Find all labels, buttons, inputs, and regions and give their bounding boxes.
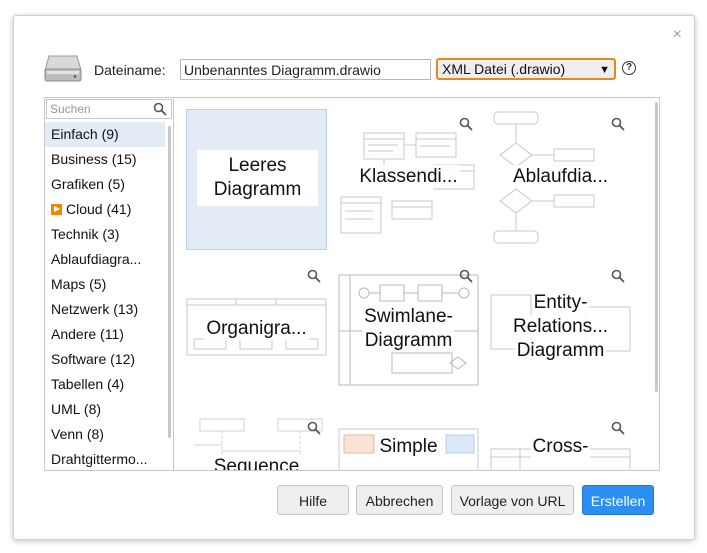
template-class-diagram[interactable]: Klassendi... [338,109,479,250]
template-er-line3: Diagramm [514,339,607,362]
template-class-diagram-text: Klassendi... [357,165,460,188]
drive-icon [44,55,82,82]
template-sequence-text: Sequence [211,455,302,470]
template-orgchart-label: Organigra... [186,317,327,341]
category-business[interactable]: Business (15) [45,147,165,172]
category-technik[interactable]: Technik (3) [45,222,165,247]
zoom-icon[interactable] [459,117,473,131]
zoom-icon[interactable] [611,421,625,435]
template-blank[interactable]: Leeres Diagramm [186,109,327,250]
category-netzwerk[interactable]: Netzwerk (13) [45,297,165,322]
template-grid: Leeres Diagramm Klassendi... Ablaufdia..… [175,98,659,470]
template-url-button[interactable]: Vorlage von URL [451,485,574,515]
template-blank-line1: Leeres [228,155,287,176]
template-browser: Einfach (9) Business (15) Grafiken (5) C… [44,97,660,471]
create-button[interactable]: Erstellen [582,485,654,515]
category-maps[interactable]: Maps (5) [45,272,165,297]
template-cross-functional-text: Cross- [530,435,591,458]
template-er-diagram[interactable]: Entity- Relations... Diagramm [490,261,631,402]
filename-label: Dateiname: [94,62,166,78]
zoom-icon[interactable] [307,421,321,435]
cancel-button[interactable]: Abbrechen [356,485,443,515]
category-software[interactable]: Software (12) [45,347,165,372]
category-cloud-label: Cloud (41) [66,201,132,217]
template-class-diagram-label: Klassendi... [338,165,479,189]
search-input[interactable] [50,101,150,117]
template-er-line2: Relations... [510,315,611,338]
help-button[interactable]: Hilfe [277,485,349,515]
template-swimlane[interactable]: Swimlane- Diagramm [338,261,479,402]
format-select[interactable]: XML Datei (.drawio) ▼ [436,58,616,80]
template-blank-label: Leeres Diagramm [197,150,318,206]
dialog-buttons: Hilfe Abbrechen Vorlage von URL Erstelle… [14,485,696,517]
template-cross-functional-label: Cross- [490,435,631,459]
category-list: Einfach (9) Business (15) Grafiken (5) C… [45,122,165,470]
template-flowchart-text: Ablaufdia... [510,165,611,188]
chevron-down-icon: ▼ [599,64,610,76]
category-drahtgittermodelle[interactable]: Drahtgittermo... [45,447,165,470]
template-swimlane-line1: Swimlane- [362,305,455,328]
template-er-line1: Entity- [531,291,590,314]
play-icon [51,204,62,215]
search-icon[interactable] [153,102,167,116]
template-swimlane-line2: Diagramm [362,329,455,352]
category-andere[interactable]: Andere (11) [45,322,165,347]
template-simple[interactable]: Simple [338,413,479,470]
category-uml[interactable]: UML (8) [45,397,165,422]
new-diagram-dialog: × Dateiname: XML Datei (.drawio) ▼ ? [13,15,695,540]
zoom-icon[interactable] [611,117,625,131]
template-simple-text: Simple [377,435,440,458]
category-grafiken[interactable]: Grafiken (5) [45,172,165,197]
category-einfach[interactable]: Einfach (9) [45,122,165,147]
template-swimlane-label: Swimlane- Diagramm [338,305,479,353]
zoom-icon[interactable] [459,269,473,283]
template-flowchart-label: Ablaufdia... [490,165,631,189]
category-tabellen[interactable]: Tabellen (4) [45,372,165,397]
filename-input[interactable] [180,59,431,80]
template-flowchart[interactable]: Ablaufdia... [490,109,631,250]
category-venn[interactable]: Venn (8) [45,422,165,447]
category-sidebar: Einfach (9) Business (15) Grafiken (5) C… [45,98,174,470]
zoom-icon[interactable] [307,269,321,283]
template-simple-label: Simple [338,435,479,459]
template-scrollbar[interactable] [655,102,658,392]
template-sequence-label: Sequence [186,455,327,470]
zoom-icon[interactable] [611,269,625,283]
sidebar-scrollbar[interactable] [168,126,171,438]
category-ablaufdiagramme[interactable]: Ablaufdiagra... [45,247,165,272]
category-cloud[interactable]: Cloud (41) [45,197,165,222]
search-box [46,99,172,119]
template-cross-functional[interactable]: Cross- [490,413,631,470]
template-blank-line2: Diagramm [213,179,302,200]
template-er-diagram-label: Entity- Relations... Diagramm [490,291,631,363]
filename-row: Dateiname: XML Datei (.drawio) ▼ ? [44,52,664,86]
format-select-value: XML Datei (.drawio) [442,61,566,77]
template-orgchart[interactable]: Organigra... [186,261,327,402]
template-orgchart-text: Organigra... [204,317,309,340]
close-icon[interactable]: × [673,27,682,43]
template-sequence[interactable]: Sequence [186,413,327,470]
help-icon[interactable]: ? [622,61,636,75]
